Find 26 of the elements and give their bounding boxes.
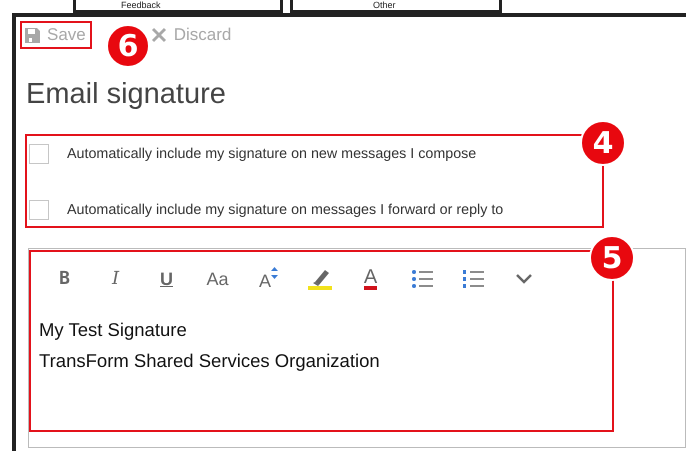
- font-color-button[interactable]: A: [364, 268, 378, 290]
- page-title: Email signature: [26, 78, 227, 112]
- checkbox-label: Automatically include my signature on new messages I compose: [67, 146, 476, 162]
- checkbox-label: Automatically include my signature on messages I forward or reply to: [67, 202, 504, 218]
- tab[interactable]: Feedback: [73, 0, 283, 13]
- highlighter-icon[interactable]: [306, 268, 332, 290]
- checkbox[interactable]: [29, 200, 49, 220]
- bullet-list-icon[interactable]: [410, 269, 432, 289]
- numbered-list-icon[interactable]: [462, 269, 484, 289]
- highlight-frame: [20, 21, 92, 49]
- font-button[interactable]: Aa: [206, 268, 229, 290]
- underline-button[interactable]: U: [160, 268, 173, 290]
- tab[interactable]: Other: [290, 0, 502, 13]
- italic-button[interactable]: I: [112, 268, 120, 290]
- callout-badge: 6: [106, 24, 150, 68]
- signature-line: My Test Signature: [39, 318, 188, 342]
- close-icon: [150, 26, 168, 44]
- signature-line: TransForm Shared Services Organization: [39, 349, 381, 373]
- callout-badge: 5: [589, 235, 635, 281]
- font-size-button[interactable]: A: [258, 266, 278, 292]
- bold-button[interactable]: B: [59, 268, 70, 290]
- up-down-arrows-icon: [271, 266, 278, 278]
- callout-badge: 4: [580, 120, 626, 166]
- chevron-down-icon[interactable]: [514, 273, 532, 285]
- save-icon: [24, 26, 41, 44]
- checkbox[interactable]: [29, 144, 49, 164]
